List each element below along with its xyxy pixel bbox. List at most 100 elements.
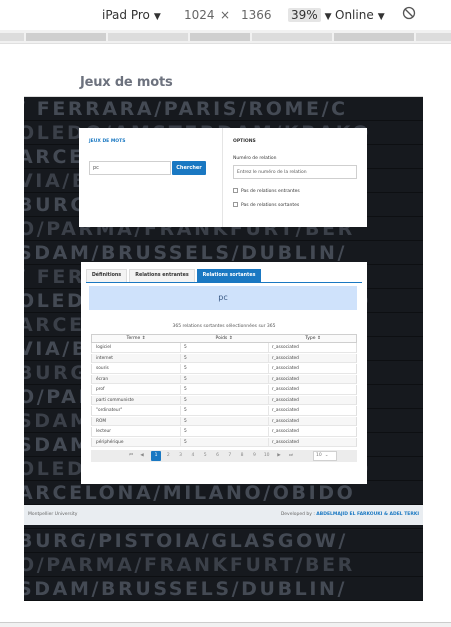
board-row: ARCELONA/MILANO/OBIDO — [24, 481, 423, 505]
height-field[interactable]: 1366 — [241, 7, 272, 23]
cell-term: parti communiste — [96, 397, 134, 403]
tab-definitions[interactable]: Définitions — [86, 269, 127, 282]
search-button[interactable]: Chercher — [172, 161, 206, 175]
page-button[interactable]: 10 — [262, 451, 272, 461]
table-row[interactable]: souris 5 r_associated — [91, 364, 357, 374]
devtools-toolbar: iPad Pro ▼ 1024 × 1366 39% ▼ Online ▼ — [0, 0, 451, 30]
checkbox-no-outgoing[interactable]: Pas de relations sortantes — [233, 202, 299, 208]
checkbox-no-incoming[interactable]: Pas de relations entrantes — [233, 188, 300, 194]
table-row[interactable]: lecteur 5 r_associated — [91, 427, 357, 437]
column-divider — [180, 416, 181, 425]
table-row[interactable]: périphérique 5 r_associated — [91, 437, 357, 447]
term-banner: pc — [89, 286, 357, 310]
page-button[interactable]: 7 — [225, 451, 235, 461]
column-divider — [268, 416, 269, 425]
page-button[interactable]: 4 — [188, 451, 198, 461]
cell-weight: 5 — [184, 408, 187, 413]
page-size-value: 10 — [316, 453, 322, 458]
cell-weight: 5 — [184, 429, 187, 434]
footer-authors-link[interactable]: ABDELMAJID EL FARKOUKI & ADEL TERKI — [316, 512, 419, 517]
table-row[interactable]: ROM 5 r_associated — [91, 416, 357, 426]
table-row[interactable]: logiciel 5 r_associated — [91, 343, 357, 353]
table-header: Terme ⇕ Poids ⇕ Type ⇕ — [91, 334, 357, 343]
tab-incoming-relations[interactable]: Relations entrantes — [129, 269, 195, 282]
table-row[interactable]: écran 5 r_associated — [91, 374, 357, 384]
cell-term: ROM — [96, 418, 107, 424]
cell-term: "ordinateur" — [96, 408, 123, 413]
cell-weight: 5 — [184, 387, 187, 392]
board-row: O/PARMA/FRANKFURT/BER — [24, 553, 423, 577]
board-row: SDAM/BRUSSELS/DUBLIN/ — [24, 577, 423, 601]
zoom-select[interactable]: 39% ▼ — [288, 7, 332, 23]
cell-type: r_associated — [272, 345, 299, 350]
cell-weight: 5 — [184, 355, 187, 361]
column-header-term[interactable]: Terme ⇕ — [92, 336, 180, 341]
page-button[interactable]: 2 — [163, 451, 173, 461]
tab-outgoing-relations[interactable]: Relations sortantes — [197, 269, 261, 282]
column-divider — [268, 427, 269, 436]
column-divider — [180, 385, 181, 394]
column-divider — [180, 353, 181, 362]
device-label: iPad Pro — [102, 8, 150, 22]
column-divider — [268, 364, 269, 373]
next-page-button[interactable]: ▶ — [274, 451, 284, 461]
chevron-down-icon: ▼ — [153, 12, 161, 22]
first-page-button[interactable]: ⏮ — [126, 451, 136, 461]
page-button[interactable]: 8 — [237, 451, 247, 461]
cell-weight: 5 — [184, 366, 187, 371]
table-row[interactable]: internet 5 r_associated — [91, 353, 357, 363]
cell-type: r_associated — [272, 418, 299, 424]
chevron-down-icon: ▼ — [324, 12, 332, 22]
column-divider — [268, 395, 269, 404]
bottom-scrollbar[interactable] — [0, 622, 451, 627]
table-row[interactable]: prof 5 r_associated — [91, 385, 357, 395]
column-divider — [180, 343, 181, 352]
cell-type: r_associated — [272, 366, 299, 371]
pagination: ⏮ ◀ 1 2 3 4 5 6 7 8 9 10 ▶ ⏭ 10 ⌄ — [91, 450, 357, 462]
column-header-weight[interactable]: Poids ⇕ — [180, 336, 268, 341]
prev-page-button[interactable]: ◀ — [137, 451, 147, 461]
page-button[interactable]: 9 — [249, 451, 259, 461]
cell-weight: 5 — [184, 397, 187, 403]
checkbox-icon[interactable] — [233, 202, 238, 207]
width-field[interactable]: 1024 — [184, 7, 215, 23]
network-select[interactable]: Online ▼ — [335, 7, 385, 23]
checkbox-label: Pas de relations entrantes — [241, 189, 300, 194]
checkbox-label: Pas de relations sortantes — [241, 203, 300, 208]
last-page-button[interactable]: ⏭ — [286, 451, 296, 461]
search-input[interactable]: pc — [89, 161, 171, 175]
relation-number-input[interactable]: Entrez le numéro de la relation — [233, 165, 357, 179]
search-panel: JEUX DE MOTS pc Chercher — [79, 128, 223, 227]
results-card: Définitions Relations entrantes Relation… — [81, 262, 367, 484]
column-header-type[interactable]: Type ⇕ — [268, 336, 358, 341]
table-row[interactable]: parti communiste 5 r_associated — [91, 395, 357, 405]
page-button[interactable]: 6 — [213, 451, 223, 461]
relation-number-label: Numéro de relation — [233, 156, 277, 161]
column-divider — [268, 343, 269, 352]
cell-term: souris — [96, 366, 109, 371]
device-viewport: Jeux de mots / FERRARA/PARIS/ROME/COLEDO… — [24, 67, 423, 601]
device-select[interactable]: iPad Pro ▼ — [102, 7, 161, 23]
board-row: / FERRARA/PARIS/ROME/C — [24, 97, 423, 121]
search-heading: JEUX DE MOTS — [89, 139, 126, 144]
page-button[interactable]: 5 — [200, 451, 210, 461]
cell-type: r_associated — [272, 376, 299, 382]
search-card: JEUX DE MOTS pc Chercher OPTIONS Numéro … — [79, 128, 367, 227]
column-divider — [268, 385, 269, 394]
table-row[interactable]: "ordinateur" 5 r_associated — [91, 406, 357, 416]
column-divider — [180, 406, 181, 415]
cell-term: internet — [96, 355, 113, 361]
column-divider — [180, 374, 181, 383]
page-button[interactable]: 1 — [151, 451, 161, 461]
cell-term: logiciel — [96, 345, 112, 350]
media-query-ruler — [0, 30, 451, 44]
checkbox-icon[interactable] — [233, 188, 238, 193]
cell-weight: 5 — [184, 418, 187, 424]
page-size-select[interactable]: 10 ⌄ — [313, 451, 337, 461]
site-footer: Montpellier University Developed by : AB… — [24, 505, 423, 525]
column-divider — [268, 353, 269, 362]
page-button[interactable]: 3 — [176, 451, 186, 461]
zoom-label: 39% — [288, 8, 321, 22]
rotate-icon[interactable] — [402, 6, 416, 22]
column-divider — [268, 437, 269, 446]
